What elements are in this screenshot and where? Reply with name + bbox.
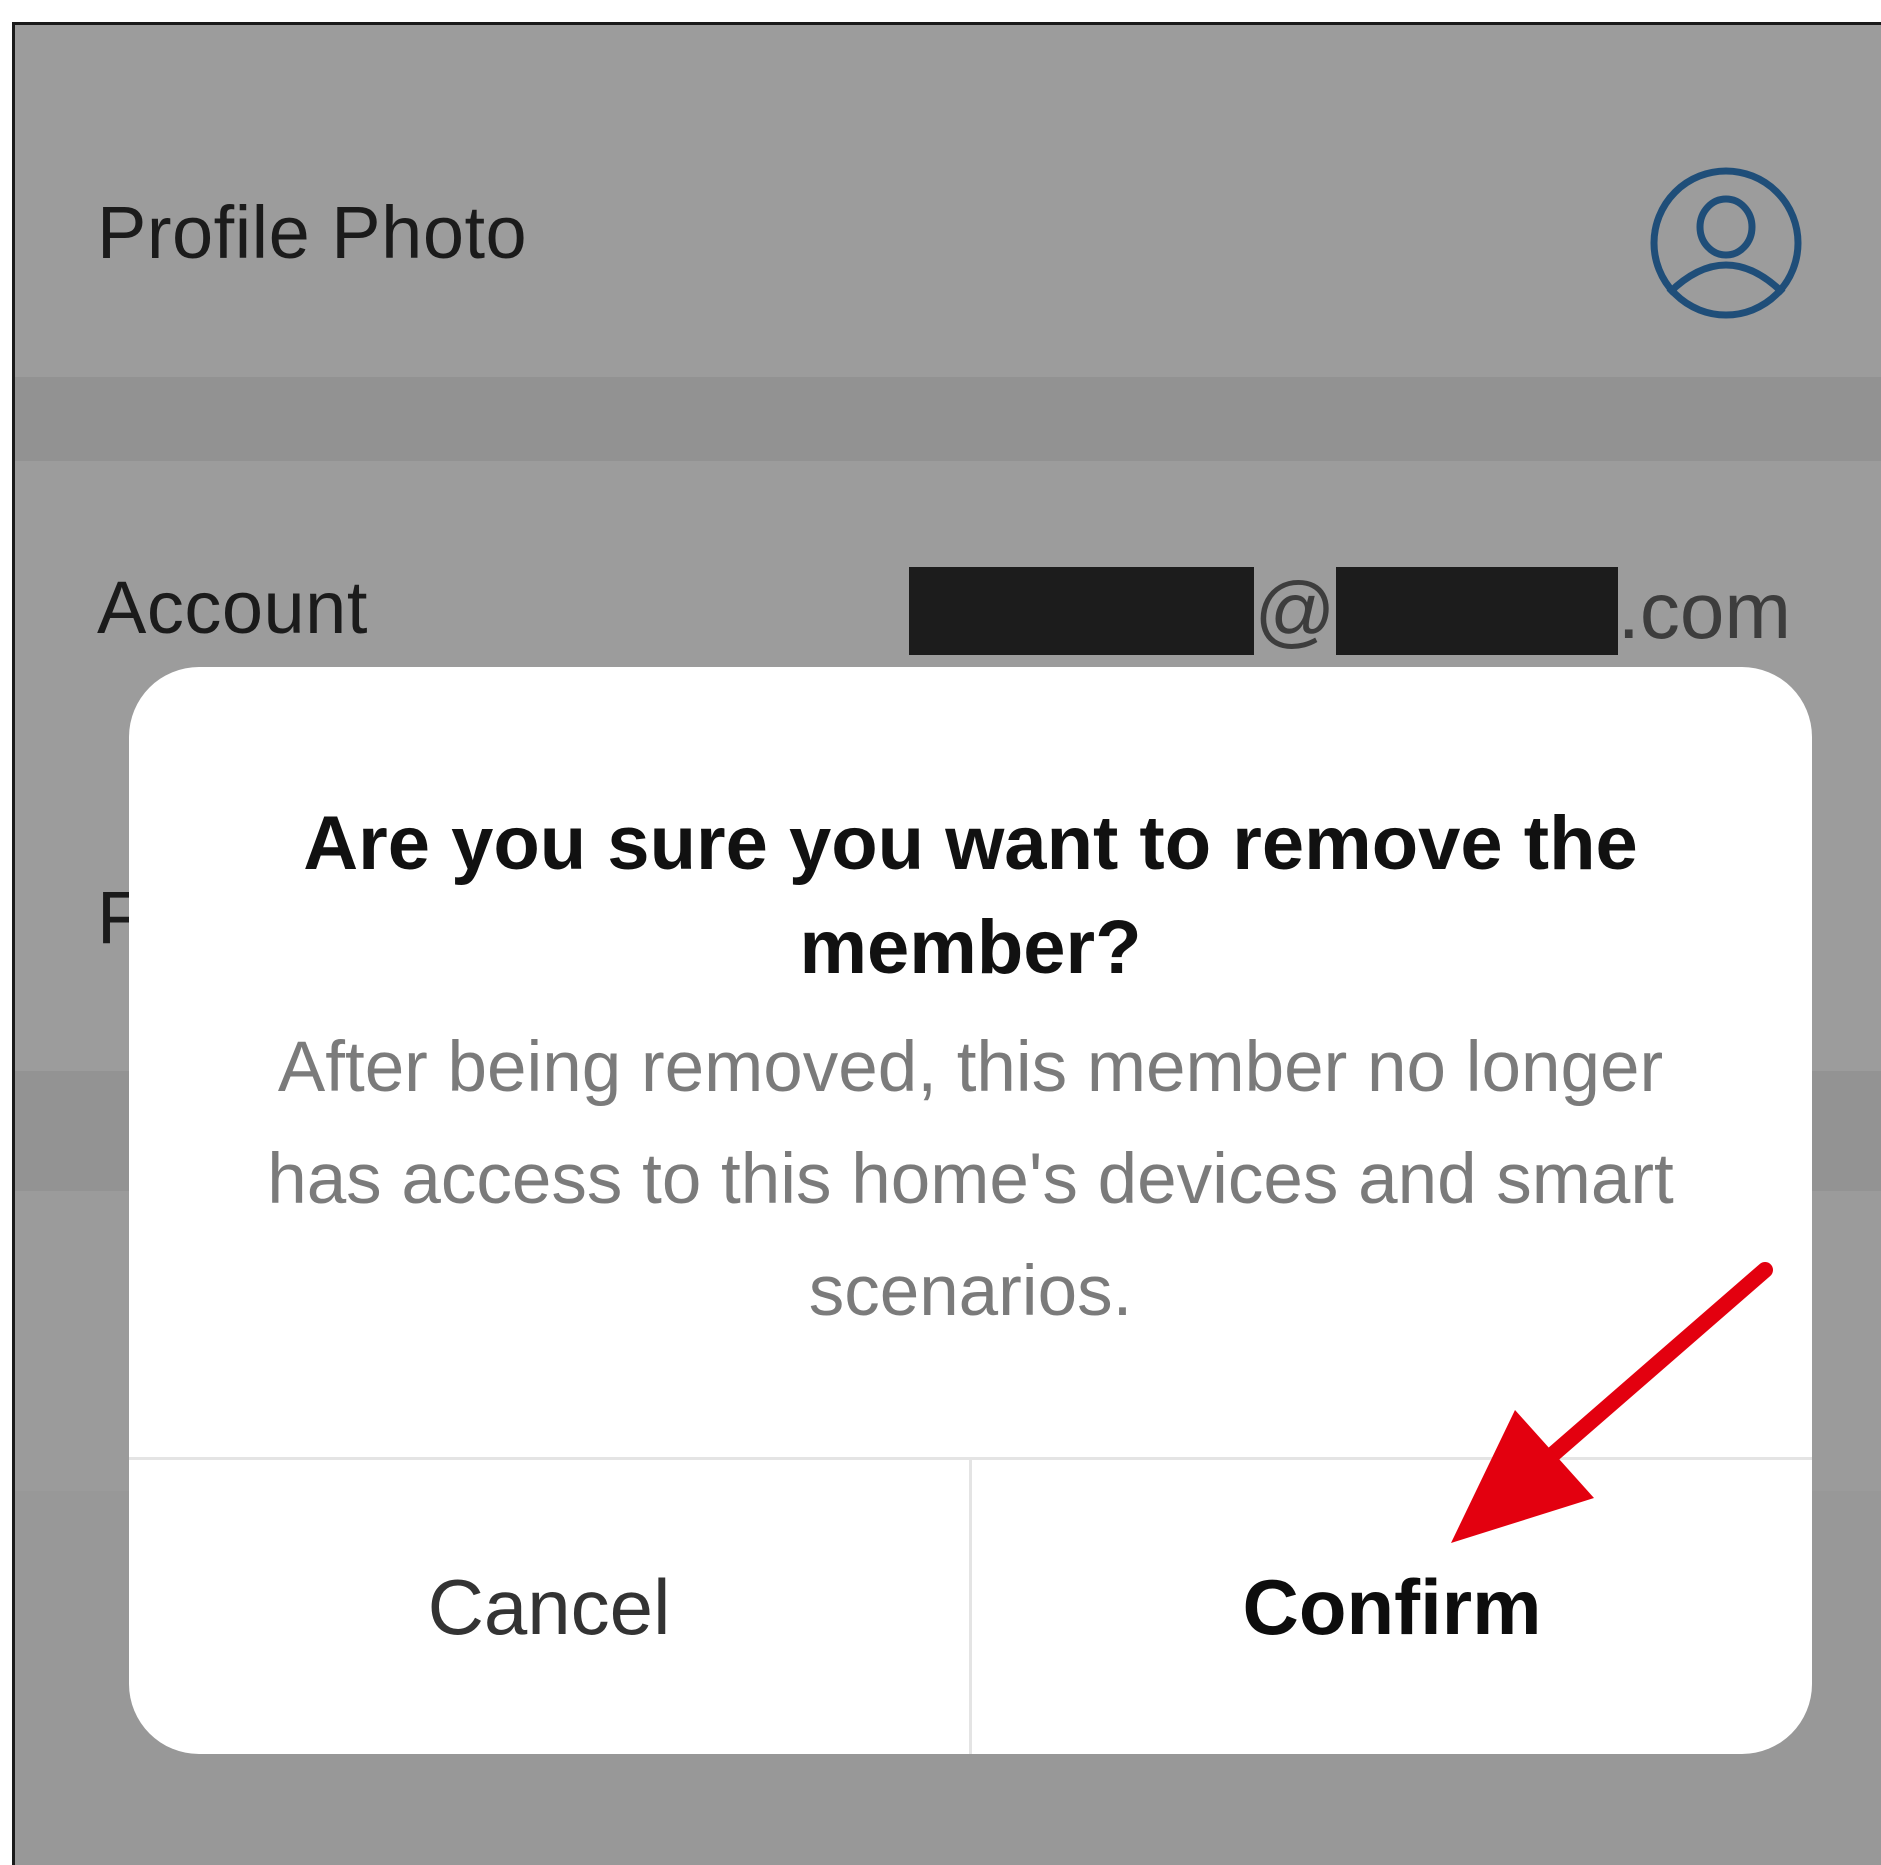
email-domain-suffix: .com bbox=[1617, 566, 1791, 655]
dialog-message: After being removed, this member no long… bbox=[267, 1028, 1674, 1331]
dialog-title: Are you sure you want to remove the memb… bbox=[303, 801, 1638, 990]
section-divider bbox=[15, 377, 1881, 461]
app-screen: Profile Photo Account @ .com F Are you s… bbox=[12, 22, 1881, 1865]
account-email: @ .com bbox=[909, 565, 1791, 657]
account-label: Account bbox=[97, 566, 368, 649]
profile-photo-label: Profile Photo bbox=[97, 191, 528, 274]
user-avatar-icon[interactable] bbox=[1641, 165, 1811, 325]
redacted-block bbox=[909, 567, 1255, 655]
cancel-button[interactable]: Cancel bbox=[129, 1460, 969, 1754]
confirm-button[interactable]: Confirm bbox=[972, 1460, 1812, 1754]
redacted-block bbox=[1335, 567, 1618, 655]
remove-member-dialog: Are you sure you want to remove the memb… bbox=[129, 667, 1812, 1754]
email-at-sign: @ bbox=[1254, 566, 1336, 655]
profile-photo-row[interactable]: Profile Photo bbox=[15, 25, 1881, 377]
